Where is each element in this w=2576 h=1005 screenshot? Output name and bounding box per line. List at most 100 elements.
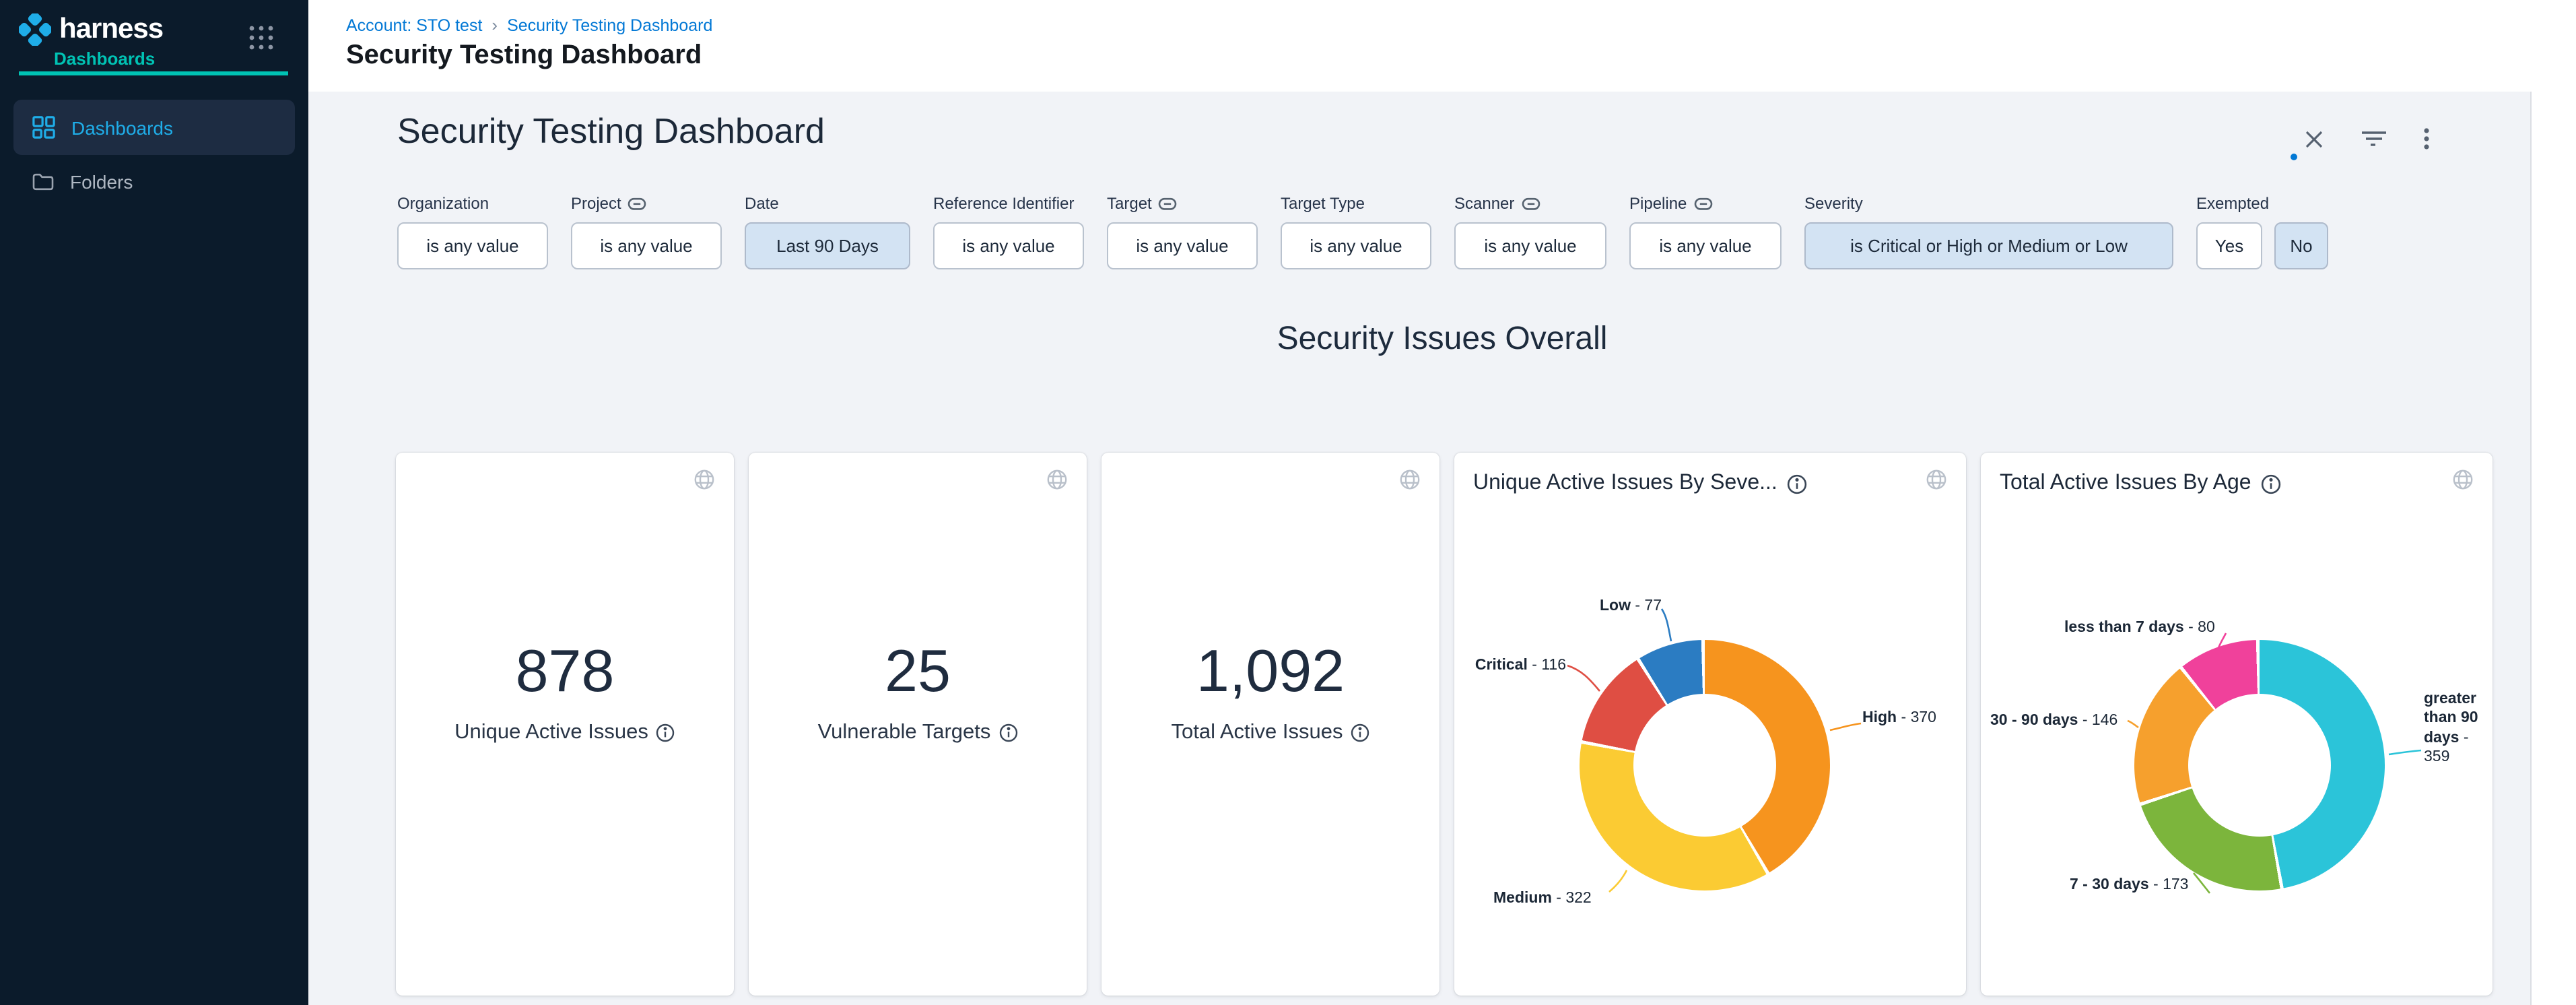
notification-dot xyxy=(2291,154,2297,160)
info-icon[interactable] xyxy=(998,723,1017,742)
filter-target-value[interactable]: is any value xyxy=(1107,222,1258,269)
chart-title: Total Active Issues By Age xyxy=(2000,472,2251,496)
tile-total-active-issues: 1,092 Total Active Issues xyxy=(1101,453,1439,996)
filter-label: Target Type xyxy=(1281,194,1365,213)
filter-scanner: Scanner is any value xyxy=(1454,194,1606,269)
info-icon[interactable] xyxy=(2261,474,2281,494)
donut-hole xyxy=(2188,694,2331,837)
slice-label: Low - 77 xyxy=(1600,597,1662,616)
kpi-label: Unique Active Issues xyxy=(454,721,648,745)
kpi-label: Total Active Issues xyxy=(1171,721,1343,745)
filter-target-type: Target Type is any value xyxy=(1281,194,1431,269)
link-icon xyxy=(628,196,647,211)
tile-total-active-issues-by-age: Total Active Issues By Age less than 7 d… xyxy=(1981,453,2493,996)
globe-icon[interactable] xyxy=(693,469,715,490)
top-header: Account: STO test › Security Testing Das… xyxy=(308,0,2576,93)
sidebar-item-dashboards[interactable]: Dashboards xyxy=(13,100,295,155)
screen: harness Dashboards Das xyxy=(0,0,2576,1005)
slice-label: greater than 90 days - 359 xyxy=(2424,690,2497,767)
slice-label: Critical - 116 xyxy=(1475,656,1566,676)
brand-name: harness xyxy=(59,13,163,46)
globe-icon[interactable] xyxy=(1046,469,1068,490)
globe-icon[interactable] xyxy=(1926,469,1947,490)
info-icon[interactable] xyxy=(1351,723,1370,742)
filter-reference-identifier: Reference Identifier is any value xyxy=(933,194,1084,269)
filter-target-type-value[interactable]: is any value xyxy=(1281,222,1431,269)
right-gutter xyxy=(2530,92,2576,1005)
breadcrumb: Account: STO test › Security Testing Das… xyxy=(346,15,712,35)
tile-unique-active-issues-by-severity: Unique Active Issues By Seve... Low - 77 xyxy=(1454,453,1966,996)
filter-label: Exempted xyxy=(2196,194,2269,213)
age-donut-chart[interactable] xyxy=(2134,640,2385,890)
dashboard-title: Security Testing Dashboard xyxy=(397,110,825,152)
slice-label: less than 7 days - 80 xyxy=(2064,618,2215,638)
sidebar-item-label: Folders xyxy=(70,171,133,193)
chart-title: Unique Active Issues By Seve... xyxy=(1473,472,1777,496)
filter-severity: Severity is Critical or High or Medium o… xyxy=(1804,194,2173,269)
link-icon xyxy=(1521,196,1540,211)
filter-reference-identifier-value[interactable]: is any value xyxy=(933,222,1084,269)
sidebar-item-folders[interactable]: Folders xyxy=(13,155,295,209)
filter-label: Reference Identifier xyxy=(933,194,1074,213)
module-title: Dashboards xyxy=(54,48,155,69)
exempted-yes-button[interactable]: Yes xyxy=(2196,222,2262,269)
filter-label: Date xyxy=(745,194,779,213)
filter-scanner-value[interactable]: is any value xyxy=(1454,222,1606,269)
filter-label: Pipeline xyxy=(1629,194,1687,213)
folder-icon xyxy=(32,172,54,191)
filter-label: Scanner xyxy=(1454,194,1514,213)
dashboard-embed: Security Testing Dashboard Organization … xyxy=(308,92,2576,1005)
section-title: Security Issues Overall xyxy=(308,321,2576,358)
kpi-value: 878 xyxy=(396,643,734,702)
filter-bar: Organization is any value Project is any… xyxy=(397,194,2328,269)
filter-label: Organization xyxy=(397,194,489,213)
tile-vulnerable-targets: 25 Vulnerable Targets xyxy=(749,453,1087,996)
app-grid-icon[interactable] xyxy=(246,23,276,53)
filter-label: Project xyxy=(571,194,621,213)
page-title: Security Testing Dashboard xyxy=(346,40,702,71)
filter-organization-value[interactable]: is any value xyxy=(397,222,548,269)
sidebar: harness Dashboards Das xyxy=(0,0,308,1005)
filter-project: Project is any value xyxy=(571,194,722,269)
dashboard-toolbar xyxy=(2291,124,2466,164)
breadcrumb-account[interactable]: Account: STO test xyxy=(346,15,482,34)
info-icon[interactable] xyxy=(1787,474,1807,494)
filter-date: Date Last 90 Days xyxy=(745,194,910,269)
link-icon xyxy=(1693,196,1712,211)
module-underline xyxy=(19,71,288,75)
tiles-row: 878 Unique Active Issues 25 Vulnerable T… xyxy=(396,453,2493,996)
exempted-no-button[interactable]: No xyxy=(2274,222,2328,269)
kebab-menu-icon[interactable] xyxy=(2412,124,2441,154)
slice-label: High - 370 xyxy=(1862,709,1936,728)
sidebar-nav: Dashboards Folders xyxy=(13,100,295,209)
kpi-label: Vulnerable Targets xyxy=(818,721,991,745)
sidebar-item-label: Dashboards xyxy=(71,117,173,138)
filter-icon[interactable] xyxy=(2359,124,2389,154)
filter-organization: Organization is any value xyxy=(397,194,548,269)
slice-label: 30 - 90 days - 146 xyxy=(1990,711,2117,731)
globe-icon[interactable] xyxy=(2452,469,2474,490)
filter-severity-value[interactable]: is Critical or High or Medium or Low xyxy=(1804,222,2173,269)
filter-project-value[interactable]: is any value xyxy=(571,222,722,269)
donut-hole xyxy=(1633,694,1776,837)
tile-unique-active-issues: 878 Unique Active Issues xyxy=(396,453,734,996)
slice-label: Medium - 322 xyxy=(1493,889,1592,909)
close-icon[interactable] xyxy=(2299,124,2328,154)
slice-label: 7 - 30 days - 173 xyxy=(2070,876,2189,895)
severity-donut-chart[interactable] xyxy=(1580,640,1830,890)
filter-label: Target xyxy=(1107,194,1152,213)
link-icon xyxy=(1159,196,1178,211)
dashboards-icon xyxy=(32,116,55,139)
filter-exempted: Exempted Yes No xyxy=(2196,194,2328,269)
filter-pipeline: Pipeline is any value xyxy=(1629,194,1782,269)
harness-logo-icon xyxy=(19,13,51,46)
filter-date-value[interactable]: Last 90 Days xyxy=(745,222,910,269)
filter-label: Severity xyxy=(1804,194,1863,213)
info-icon[interactable] xyxy=(656,723,675,742)
globe-icon[interactable] xyxy=(1399,469,1421,490)
filter-pipeline-value[interactable]: is any value xyxy=(1629,222,1782,269)
kpi-value: 1,092 xyxy=(1101,643,1439,702)
kpi-value: 25 xyxy=(749,643,1087,702)
filter-target: Target is any value xyxy=(1107,194,1258,269)
breadcrumb-page[interactable]: Security Testing Dashboard xyxy=(507,15,712,34)
